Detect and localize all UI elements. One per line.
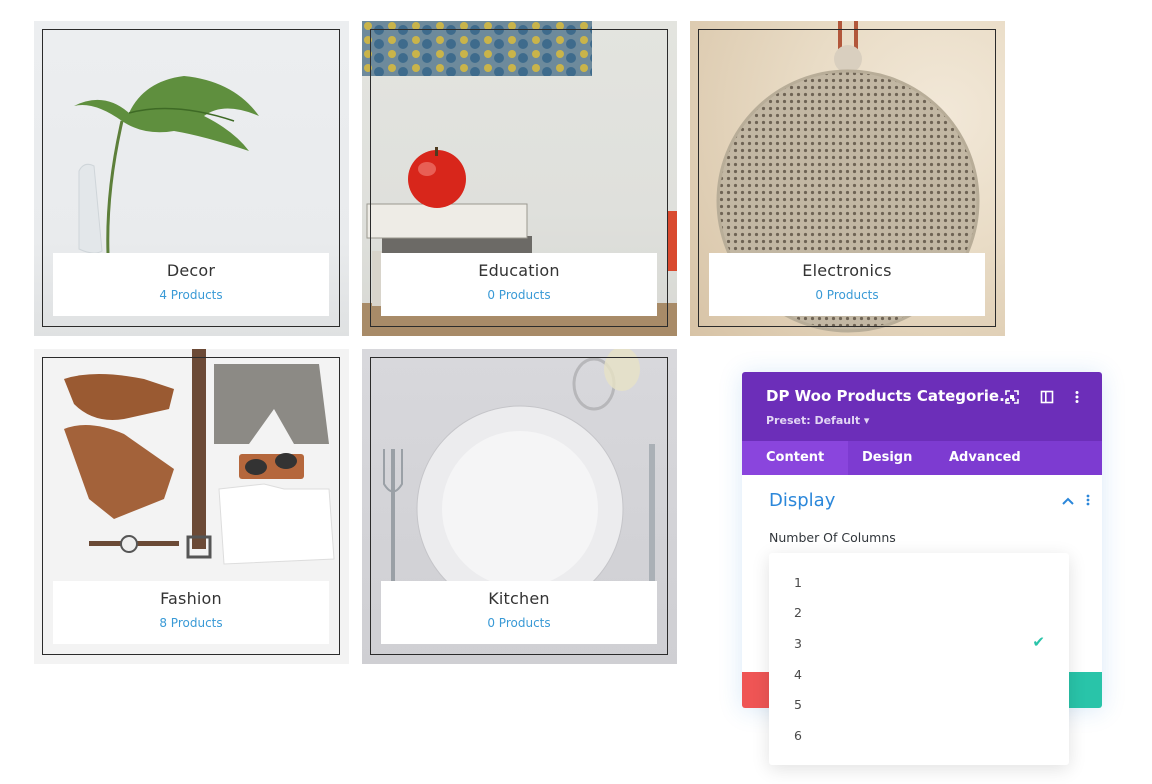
category-name[interactable]: Electronics: [709, 261, 985, 280]
category-name[interactable]: Education: [381, 261, 657, 280]
category-card-electronics[interactable]: Electronics 0 Products: [690, 21, 1005, 336]
panel-title: DP Woo Products Categorie...: [766, 387, 1017, 405]
category-card-kitchen[interactable]: Kitchen 0 Products: [362, 349, 677, 664]
save-button[interactable]: [1068, 672, 1102, 708]
category-card-fashion[interactable]: Fashion 8 Products: [34, 349, 349, 664]
section-more-icon[interactable]: [1086, 494, 1090, 510]
product-count-link[interactable]: 4 Products: [53, 288, 329, 302]
split-view-icon[interactable]: [1040, 390, 1054, 404]
column-option-1[interactable]: 1: [794, 575, 802, 590]
category-name[interactable]: Decor: [53, 261, 329, 280]
discard-button[interactable]: [742, 672, 770, 708]
section-title-display[interactable]: Display: [769, 490, 835, 511]
panel-tabs: Content Design Advanced: [742, 441, 1102, 475]
category-label: Education 0 Products: [381, 253, 657, 316]
category-card-decor[interactable]: Decor 4 Products: [34, 21, 349, 336]
product-count-link[interactable]: 0 Products: [381, 616, 657, 630]
column-option-2[interactable]: 2: [794, 605, 802, 620]
more-options-icon[interactable]: [1070, 390, 1084, 404]
chevron-up-icon[interactable]: [1062, 495, 1078, 510]
category-label: Electronics 0 Products: [709, 253, 985, 316]
section-controls: [1062, 494, 1090, 510]
column-option-4[interactable]: 4: [794, 667, 802, 682]
category-card-education[interactable]: Education 0 Products: [362, 21, 677, 336]
product-count-link[interactable]: 8 Products: [53, 616, 329, 630]
panel-header: DP Woo Products Categorie... Preset: Def…: [742, 372, 1102, 441]
product-count-link[interactable]: 0 Products: [709, 288, 985, 302]
column-option-5[interactable]: 5: [794, 697, 802, 712]
category-label: Fashion 8 Products: [53, 581, 329, 644]
number-of-columns-label: Number Of Columns: [769, 530, 896, 545]
column-option-3[interactable]: 3: [794, 636, 802, 651]
tab-advanced[interactable]: Advanced: [925, 441, 1045, 475]
category-label: Decor 4 Products: [53, 253, 329, 316]
tab-design[interactable]: Design: [838, 441, 936, 475]
category-label: Kitchen 0 Products: [381, 581, 657, 644]
columns-dropdown: 1 2 3 ✔ 4 5 6: [769, 553, 1069, 765]
product-count-link[interactable]: 0 Products: [381, 288, 657, 302]
expand-icon[interactable]: [1005, 390, 1019, 404]
category-name[interactable]: Fashion: [53, 589, 329, 608]
preset-dropdown[interactable]: Preset: Default ▾: [766, 414, 869, 427]
tab-content[interactable]: Content: [742, 441, 849, 475]
category-name[interactable]: Kitchen: [381, 589, 657, 608]
column-option-6[interactable]: 6: [794, 728, 802, 743]
selected-check-icon: ✔: [1032, 633, 1045, 651]
